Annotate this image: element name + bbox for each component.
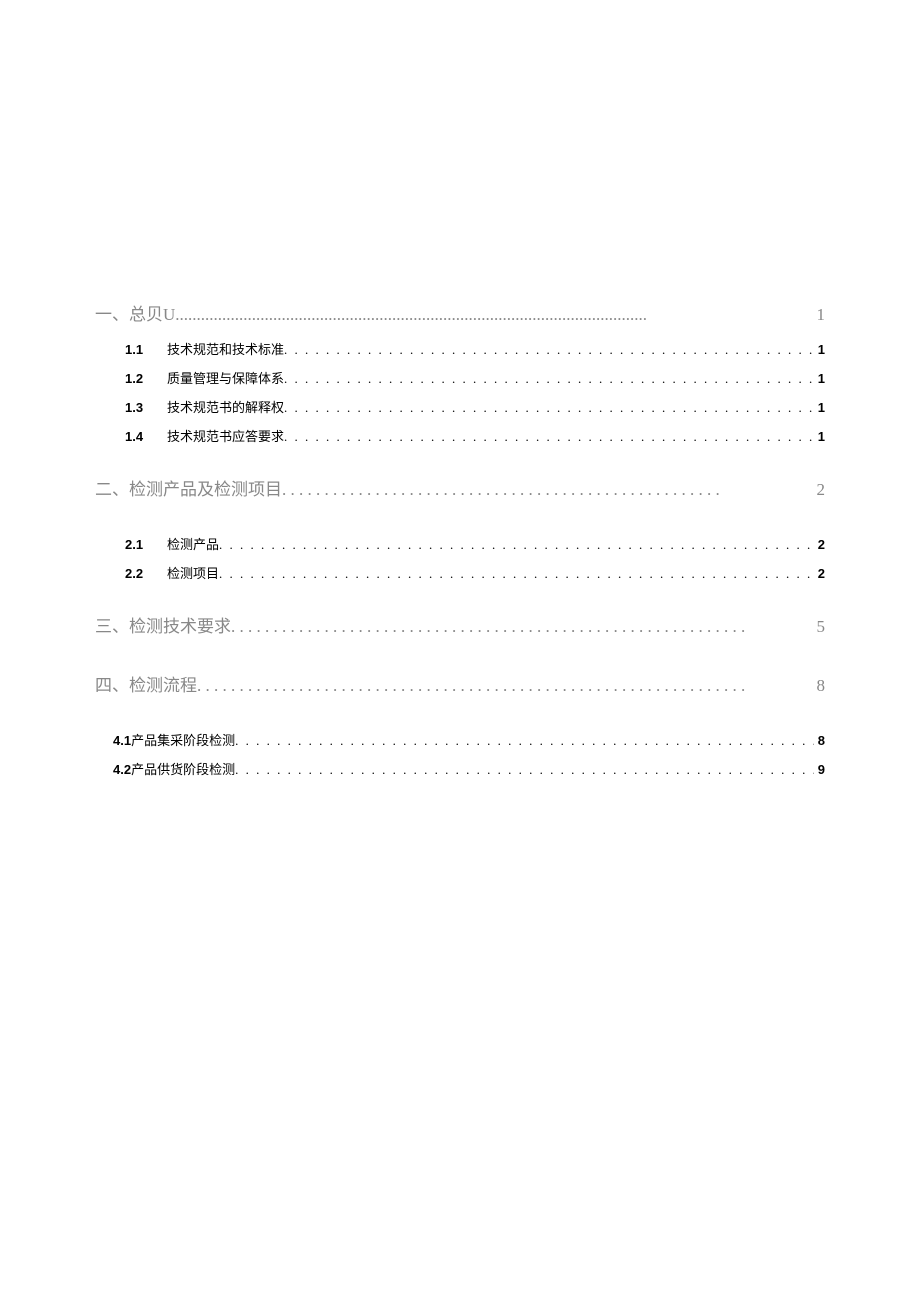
toc-page-number: 1 bbox=[817, 305, 826, 325]
toc-page-number: 5 bbox=[817, 617, 826, 637]
toc-title: 一、总贝U bbox=[95, 300, 175, 325]
toc-title: 检测产品 bbox=[167, 534, 219, 553]
toc-title: 质量管理与保障体系 bbox=[167, 368, 284, 387]
toc-entry: 2.1 检测产品 . . . . . . . . . . . . . . . . … bbox=[95, 534, 825, 553]
toc-title: 技术规范和技术标准 bbox=[167, 339, 284, 358]
toc-leader-dots: . . . . . . . . . . . . . . . . . . . . … bbox=[231, 617, 813, 637]
toc-page-number: 2 bbox=[817, 480, 826, 500]
toc-number: 1.1 bbox=[125, 342, 151, 357]
toc-number: 1.4 bbox=[125, 429, 151, 444]
toc-number: 1.3 bbox=[125, 400, 151, 415]
toc-title: 技术规范书应答要求 bbox=[167, 426, 284, 445]
toc-number: 4.2 bbox=[113, 762, 131, 777]
toc-entry: 二、检测产品及检测项目. . . . . . . . . . . . . . .… bbox=[95, 475, 825, 500]
toc-entry: 四、检测流程. . . . . . . . . . . . . . . . . … bbox=[95, 671, 825, 696]
toc-page-number: 1 bbox=[818, 429, 825, 444]
toc-spacer bbox=[95, 592, 825, 612]
toc-page-number: 9 bbox=[818, 762, 825, 777]
toc-title: 四、检测流程 bbox=[95, 671, 197, 696]
toc-title: 二、检测产品及检测项目 bbox=[95, 475, 282, 500]
toc-leader-dots: . . . . . . . . . . . . . . . . . . . . … bbox=[284, 400, 814, 416]
toc-title: 技术规范书的解释权 bbox=[167, 397, 284, 416]
toc-spacer bbox=[95, 455, 825, 475]
toc-entry: 1.2 质量管理与保障体系 . . . . . . . . . . . . . .… bbox=[95, 368, 825, 387]
toc-entry: 1.1 技术规范和技术标准 . . . . . . . . . . . . . .… bbox=[95, 339, 825, 358]
toc-spacer bbox=[95, 651, 825, 671]
toc-leader-dots: . . . . . . . . . . . . . . . . . . . . … bbox=[284, 371, 814, 387]
toc-page-number: 1 bbox=[818, 371, 825, 386]
toc-page-number: 2 bbox=[818, 537, 825, 552]
toc-leader-dots: . . . . . . . . . . . . . . . . . . . . … bbox=[219, 566, 814, 582]
toc-spacer bbox=[95, 710, 825, 730]
toc-page-number: 8 bbox=[817, 676, 826, 696]
toc-entry: 4.2 产品供货阶段检测 . . . . . . . . . . . . . .… bbox=[95, 759, 825, 778]
toc-leader-dots: . . . . . . . . . . . . . . . . . . . . … bbox=[235, 762, 814, 778]
toc-entry: 4.1 产品集采阶段检测 . . . . . . . . . . . . . .… bbox=[95, 730, 825, 749]
toc-spacer bbox=[95, 514, 825, 534]
toc-number: 1.2 bbox=[125, 371, 151, 386]
toc-entry: 2.2 检测项目 . . . . . . . . . . . . . . . . … bbox=[95, 563, 825, 582]
toc-entry: 三、检测技术要求. . . . . . . . . . . . . . . . … bbox=[95, 612, 825, 637]
toc-container: 一、总贝U...................................… bbox=[95, 300, 825, 778]
toc-entry: 一、总贝U...................................… bbox=[95, 300, 825, 325]
toc-title: 产品集采阶段检测 bbox=[131, 730, 235, 749]
toc-number: 4.1 bbox=[113, 733, 131, 748]
toc-leader-dots: . . . . . . . . . . . . . . . . . . . . … bbox=[284, 342, 814, 358]
toc-leader-dots: . . . . . . . . . . . . . . . . . . . . … bbox=[282, 480, 813, 500]
toc-leader-dots: . . . . . . . . . . . . . . . . . . . . … bbox=[197, 676, 813, 696]
toc-leader-dots: ........................................… bbox=[175, 305, 812, 325]
toc-page-number: 8 bbox=[818, 733, 825, 748]
toc-leader-dots: . . . . . . . . . . . . . . . . . . . . … bbox=[284, 429, 814, 445]
toc-page-number: 1 bbox=[818, 400, 825, 415]
toc-number: 2.1 bbox=[125, 537, 151, 552]
toc-title: 检测项目 bbox=[167, 563, 219, 582]
toc-entry: 1.4 技术规范书应答要求 . . . . . . . . . . . . . .… bbox=[95, 426, 825, 445]
toc-leader-dots: . . . . . . . . . . . . . . . . . . . . … bbox=[219, 537, 814, 553]
toc-number: 2.2 bbox=[125, 566, 151, 581]
toc-page-number: 2 bbox=[818, 566, 825, 581]
toc-title: 产品供货阶段检测 bbox=[131, 759, 235, 778]
toc-entry: 1.3 技术规范书的解释权 . . . . . . . . . . . . . .… bbox=[95, 397, 825, 416]
toc-page-number: 1 bbox=[818, 342, 825, 357]
toc-leader-dots: . . . . . . . . . . . . . . . . . . . . … bbox=[235, 733, 814, 749]
toc-title: 三、检测技术要求 bbox=[95, 612, 231, 637]
